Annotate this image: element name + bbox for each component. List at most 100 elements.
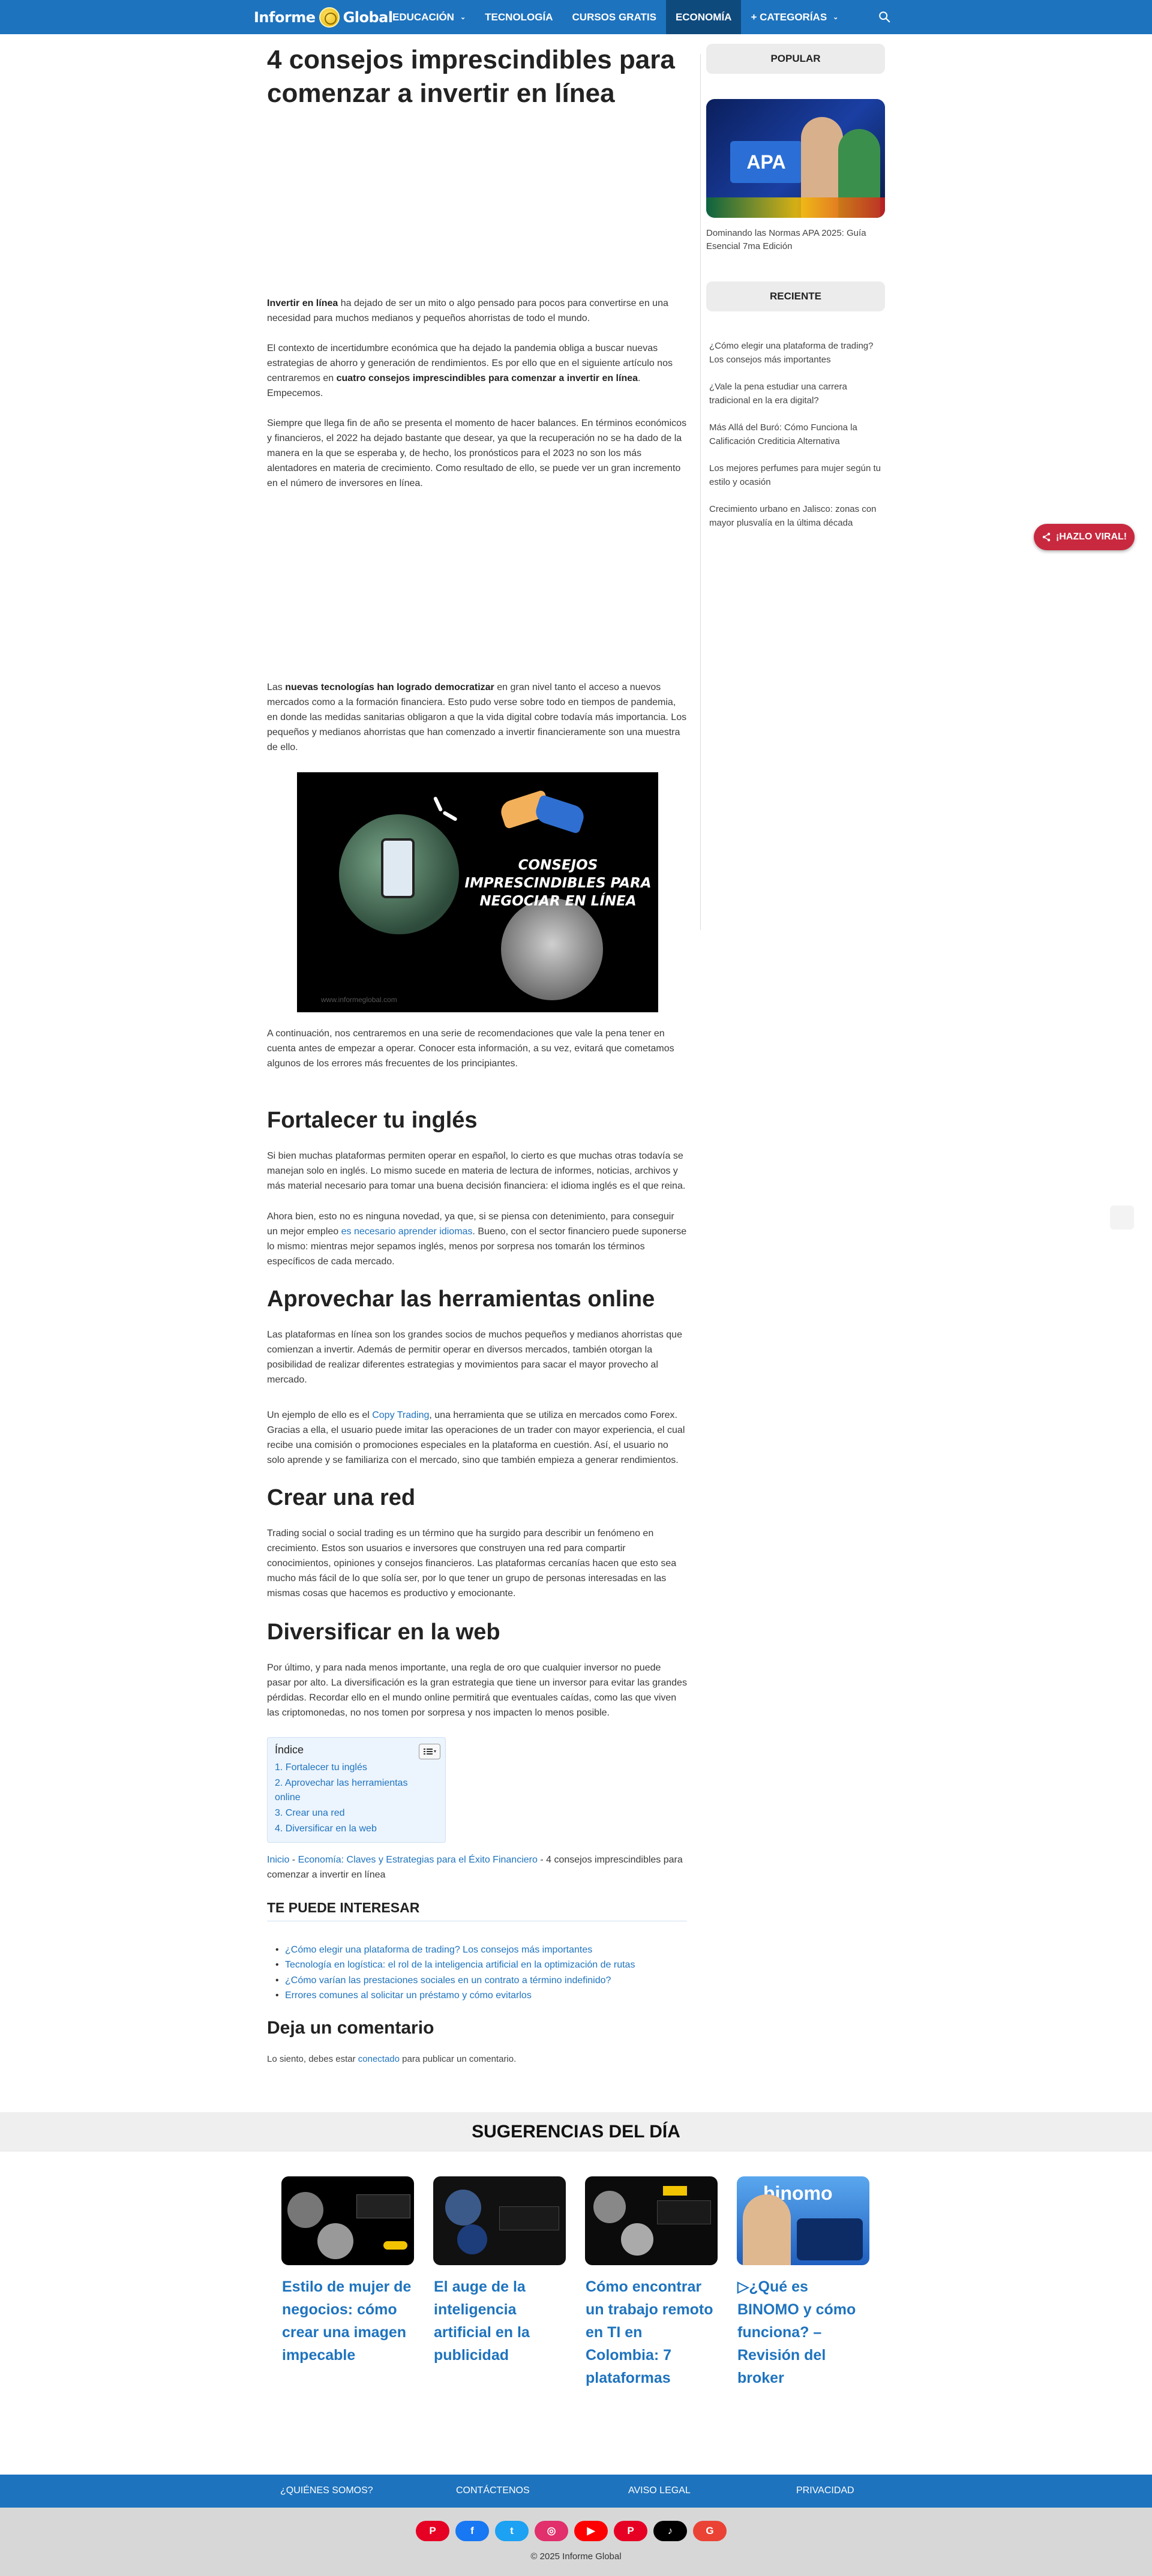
logo-text-informe: Informe	[254, 9, 316, 26]
section-heading-red: Crear una red	[267, 1485, 416, 1510]
suggestion-card-title[interactable]: Estilo de mujer de negocios: cómo crear …	[282, 2275, 415, 2367]
spark-icon	[442, 810, 458, 822]
tiktok-icon[interactable]: ♪	[653, 2521, 687, 2541]
site-logo[interactable]: Informe Global	[254, 6, 393, 29]
share-icon	[1042, 532, 1051, 542]
share-viral-button[interactable]: ¡HAZLO VIRAL!	[1034, 524, 1135, 550]
nav-item-economia[interactable]: ECONOMÍA	[665, 0, 742, 34]
paragraph-text: Un ejemplo de ello es el	[267, 1410, 373, 1420]
recent-post-link[interactable]: Crecimiento urbano en Jalisco: zonas con…	[709, 502, 888, 530]
toc-item[interactable]: 1. Fortalecer tu inglés	[275, 1761, 431, 1775]
paragraph: El contexto de incertidumbre económica q…	[267, 341, 687, 401]
footer-link-contact[interactable]: CONTÁCTENOS	[456, 2485, 530, 2496]
bold-text: Invertir en línea	[267, 298, 338, 308]
paragraph-text: Las	[267, 682, 286, 692]
paragraph: Ahora bien, esto no es ninguna novedad, …	[267, 1209, 687, 1269]
breadcrumb-separator: -	[537, 1855, 547, 1865]
suggestion-card-image[interactable]	[585, 2176, 718, 2265]
comments-title: Deja un comentario	[267, 2018, 434, 2038]
search-icon[interactable]	[878, 10, 891, 23]
suggestion-card-title[interactable]: Cómo encontrar un trabajo remoto en TI e…	[586, 2275, 719, 2389]
breadcrumb-category[interactable]: Economía: Claves y Estrategias para el É…	[298, 1855, 538, 1865]
nav-item-categorias[interactable]: + CATEGORÍAS ⌄	[741, 0, 848, 34]
popular-post-image[interactable]: APA	[706, 99, 885, 218]
toc-item[interactable]: 3. Crear una red	[275, 1806, 431, 1821]
facebook-icon[interactable]: f	[455, 2521, 489, 2541]
chevron-down-icon: ⌄	[833, 14, 839, 21]
related-link[interactable]: ¿Cómo varían las prestaciones sociales e…	[275, 1973, 611, 1988]
floating-widget[interactable]	[1110, 1205, 1134, 1229]
breadcrumb-separator: -	[289, 1855, 298, 1865]
spark-icon	[433, 796, 443, 812]
nav-item-label: CURSOS GRATIS	[572, 11, 656, 23]
footer-link-about[interactable]: ¿QUIÉNES SOMOS?	[280, 2485, 373, 2496]
paragraph: Si bien muchas plataformas permiten oper…	[267, 1151, 686, 1191]
youtube-icon[interactable]: ▶	[574, 2521, 608, 2541]
suggestion-card-image[interactable]: binomo	[737, 2176, 869, 2265]
suggestion-card-title[interactable]: El auge de la inteligencia artificial en…	[434, 2275, 567, 2367]
paragraph: Las nuevas tecnologías han logrado democ…	[267, 680, 687, 755]
chevron-down-icon: ⌄	[460, 14, 466, 21]
related-title: TE PUEDE INTERESAR	[267, 1900, 687, 1921]
suggestion-card-image[interactable]	[281, 2176, 414, 2265]
table-of-contents: Índice 1. Fortalecer tu inglés 2. Aprove…	[267, 1737, 446, 1843]
keyboard-photo-circle	[501, 898, 603, 1000]
toc-toggle-button[interactable]	[419, 1744, 440, 1759]
toc-item[interactable]: 2. Aprovechar las herramientas online	[275, 1776, 431, 1805]
comments-login-notice: Lo siento, debes estar conectado para pu…	[267, 2054, 516, 2064]
suggestion-card-image[interactable]	[433, 2176, 566, 2265]
page-title: 4 consejos imprescindibles para comenzar…	[267, 45, 675, 108]
login-link[interactable]: conectado	[358, 2054, 400, 2064]
top-navbar: Informe Global EDUCACIÓN ⌄ TECNOLOGÍA CUR…	[0, 0, 1152, 34]
google-icon[interactable]: G	[693, 2521, 727, 2541]
paragraph: Por último, y para nada menos importante…	[267, 1663, 687, 1718]
nav-item-educacion[interactable]: EDUCACIÓN ⌄	[383, 0, 475, 34]
toc-item[interactable]: 4. Diversificar en la web	[275, 1822, 431, 1836]
breadcrumb: Inicio - Economía: Claves y Estrategias …	[267, 1852, 687, 1882]
image-caption-text: CONSEJOS IMPRESCINDIBLES PARA NEGOCIAR E…	[464, 857, 652, 909]
notice-text: Lo siento, debes estar	[267, 2054, 358, 2064]
nav-item-label: ECONOMÍA	[675, 11, 732, 23]
notice-text: para publicar un comentario.	[400, 2054, 517, 2064]
nav-item-cursos-gratis[interactable]: CURSOS GRATIS	[563, 0, 666, 34]
recent-post-link[interactable]: Más Allá del Buró: Cómo Funciona la Cali…	[709, 421, 888, 448]
main-nav: EDUCACIÓN ⌄ TECNOLOGÍA CURSOS GRATIS ECON…	[383, 0, 848, 34]
image-watermark: www.informeglobal.com	[321, 995, 397, 1004]
footer-nav	[0, 2475, 1152, 2508]
related-link[interactable]: Errores comunes al solicitar un préstamo…	[275, 1988, 532, 2003]
sidebar-recent-title: RECIENTE	[706, 281, 885, 311]
related-link[interactable]: ¿Cómo elegir una plataforma de trading? …	[275, 1942, 592, 1957]
recent-post-link[interactable]: Los mejores perfumes para mujer según tu…	[709, 461, 888, 489]
related-link[interactable]: Tecnología en logística: el rol de la in…	[275, 1957, 635, 1972]
popular-post-link[interactable]: Dominando las Normas APA 2025: Guía Esen…	[706, 227, 885, 253]
sidebar-divider	[700, 54, 701, 930]
phone-icon	[381, 838, 415, 898]
list-icon	[424, 1749, 436, 1755]
recent-post-link[interactable]: ¿Cómo elegir una plataforma de trading? …	[709, 339, 888, 367]
nav-item-tecnologia[interactable]: TECNOLOGÍA	[475, 0, 562, 34]
intro-paragraph: Invertir en línea ha dejado de ser un mi…	[267, 296, 687, 326]
languages-link[interactable]: es necesario aprender idiomas	[341, 1226, 473, 1237]
article-image: CONSEJOS IMPRESCINDIBLES PARA NEGOCIAR E…	[297, 772, 658, 1012]
recent-post-link[interactable]: ¿Vale la pena estudiar una carrera tradi…	[709, 380, 888, 407]
breadcrumb-home[interactable]: Inicio	[267, 1855, 289, 1865]
globe-icon	[319, 7, 340, 28]
apa-badge: APA	[730, 141, 802, 183]
paragraph: Trading social o social trading es un té…	[267, 1528, 677, 1599]
toc-title: Índice	[275, 1744, 304, 1756]
section-heading-web: Diversificar en la web	[267, 1620, 500, 1645]
instagram-icon[interactable]: ◎	[535, 2521, 568, 2541]
paragraph-text: en gran nivel tanto el acceso a nuevos m…	[267, 682, 687, 752]
copy-trading-link[interactable]: Copy Trading	[372, 1410, 429, 1420]
sidebar-popular-title: POPULAR	[706, 44, 885, 74]
footer-link-privacy[interactable]: PRIVACIDAD	[796, 2485, 854, 2496]
pinterest-icon-2[interactable]: P	[614, 2521, 647, 2541]
share-viral-label: ¡HAZLO VIRAL!	[1055, 532, 1127, 542]
footer-link-legal[interactable]: AVISO LEGAL	[628, 2485, 691, 2496]
pinterest-icon[interactable]: P	[416, 2521, 449, 2541]
section-heading-ingles: Fortalecer tu inglés	[267, 1108, 478, 1133]
paragraph: Un ejemplo de ello es el Copy Trading, u…	[267, 1408, 687, 1468]
handshake-icon-part	[533, 794, 587, 835]
suggestion-card-title[interactable]: ▷¿Qué es BINOMO y cómo funciona? – Revis…	[737, 2275, 871, 2389]
twitter-icon[interactable]: t	[495, 2521, 529, 2541]
